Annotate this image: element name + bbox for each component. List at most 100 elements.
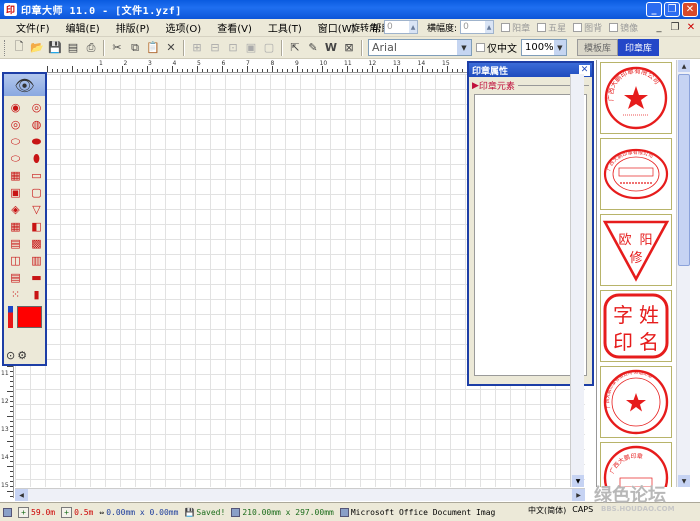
scroll-left-icon[interactable]: ◀ bbox=[15, 489, 28, 501]
align-right-icon[interactable]: ⊡ bbox=[224, 39, 242, 57]
oval-outline-icon[interactable]: ⬮ bbox=[27, 151, 46, 166]
ruler-mark: 2 bbox=[123, 60, 128, 67]
check-yang[interactable]: 阳章 bbox=[501, 21, 530, 34]
canvas-vertical-scrollbar[interactable]: ▼ bbox=[570, 74, 584, 487]
square-rows-icon[interactable]: ▥ bbox=[27, 253, 46, 268]
grid-icon[interactable]: ▦ bbox=[6, 168, 25, 183]
plus-icon[interactable]: + bbox=[61, 506, 73, 518]
tab-templates[interactable]: 模板库 bbox=[577, 39, 619, 56]
grid-icon[interactable] bbox=[3, 507, 12, 517]
stamp-item[interactable]: 广西大鹏印章有限公司 bbox=[600, 62, 672, 134]
new-file-icon[interactable]: 🗋 bbox=[10, 39, 28, 57]
paint-icon[interactable]: ✎ bbox=[304, 39, 322, 57]
font-select[interactable]: Arial ▼ bbox=[368, 39, 472, 56]
align-box-icon[interactable]: ▢ bbox=[260, 39, 278, 57]
leaf-icon[interactable]: ◈ bbox=[6, 202, 25, 217]
close-button[interactable]: ✕ bbox=[682, 2, 698, 17]
save-icon[interactable]: 💾 bbox=[46, 39, 64, 57]
only-chinese-checkbox[interactable]: 仅中文 bbox=[476, 40, 517, 55]
menu-view[interactable]: 查看(V) bbox=[209, 20, 260, 35]
color-bar[interactable] bbox=[8, 306, 13, 328]
tab-stamps[interactable]: 印章库 bbox=[618, 39, 660, 56]
menu-edit[interactable]: 编辑(E) bbox=[58, 20, 108, 35]
square-split-icon[interactable]: ▩ bbox=[27, 236, 46, 251]
rect-double-icon[interactable]: ▣ bbox=[6, 185, 25, 200]
scale-spinner[interactable]: 0 ▲ bbox=[460, 20, 495, 34]
stamp-item[interactable]: 广西大鹏印章有限公司 bbox=[600, 138, 672, 210]
check-star[interactable]: 五星 bbox=[537, 21, 566, 34]
stamp-char: 欧 bbox=[618, 233, 631, 248]
scroll-right-icon[interactable]: ▶ bbox=[572, 489, 585, 501]
menu-options[interactable]: 选项(O) bbox=[158, 20, 210, 35]
barcode-icon[interactable]: ▮ bbox=[27, 287, 46, 302]
menu-file[interactable]: 文件(F) bbox=[0, 20, 58, 35]
align-page-icon[interactable]: ▣ bbox=[242, 39, 260, 57]
scroll-thumb[interactable] bbox=[678, 74, 690, 266]
print-icon[interactable]: ⎙ bbox=[82, 39, 100, 57]
rect-thin-icon[interactable]: ▢ bbox=[27, 185, 46, 200]
print-preview-icon[interactable]: ▤ bbox=[64, 39, 82, 57]
scroll-down-icon[interactable]: ▼ bbox=[678, 475, 690, 487]
export-icon[interactable]: ⇱ bbox=[286, 39, 304, 57]
align-center-icon[interactable]: ⊟ bbox=[206, 39, 224, 57]
menu-tools[interactable]: 工具(T) bbox=[260, 20, 310, 35]
delete-icon[interactable]: ✕ bbox=[162, 39, 180, 57]
check-mirror[interactable]: 镜像 bbox=[609, 21, 638, 34]
ring-icon[interactable]: ◎ bbox=[6, 117, 25, 132]
eye-icon[interactable]: 👁 bbox=[4, 74, 45, 96]
stamp-item[interactable]: 广西大鹏印章有限公司 双语印章 bbox=[600, 366, 672, 438]
menu-layout[interactable]: 排版(P) bbox=[108, 20, 158, 35]
checkbox-icon bbox=[573, 22, 583, 32]
oval-double-icon[interactable]: ⬬ bbox=[27, 134, 46, 149]
stamp-options: 旋转角: 0 ▲ 横幅度: 0 ▲ 阳章 五星 图背 镜像 bbox=[351, 20, 638, 34]
canvas-horizontal-scrollbar[interactable]: ◀ ▶ bbox=[15, 488, 585, 501]
zoom-select[interactable]: 100% ▼ bbox=[521, 39, 567, 56]
square-bars-icon[interactable]: ◫ bbox=[6, 253, 25, 268]
color-picker bbox=[4, 302, 45, 328]
checkbox-icon bbox=[476, 43, 485, 52]
minimize-button[interactable]: _ bbox=[646, 2, 662, 17]
stamp-item[interactable]: 姓 名 字 印 bbox=[600, 290, 672, 362]
bar-icon[interactable]: ⁙ bbox=[6, 287, 25, 302]
maximize-button[interactable]: ❐ bbox=[664, 2, 680, 17]
oval-fill-icon[interactable]: ⬭ bbox=[6, 151, 25, 166]
square-dots-icon[interactable]: ▬ bbox=[27, 270, 46, 285]
cut-icon[interactable]: ✂ bbox=[108, 39, 126, 57]
toolbar-grip[interactable] bbox=[4, 39, 7, 56]
doc-restore-button[interactable]: ❐ bbox=[668, 21, 682, 34]
image-icon[interactable]: ⊠ bbox=[340, 39, 358, 57]
stamp-library: 广西大鹏印章有限公司 广西大鹏印章有限公司 欧 阳 修 姓 名 字 印 广西大鹏… bbox=[596, 60, 674, 487]
section-label: 印章元素 bbox=[478, 82, 515, 92]
circle-stamp-outline-icon[interactable]: ◎ bbox=[27, 100, 46, 115]
status-value-b: 0.5m bbox=[74, 507, 94, 517]
ring-double-icon[interactable]: ◍ bbox=[27, 117, 46, 132]
align-grid-icon[interactable]: ⊞ bbox=[188, 39, 206, 57]
settings-icon[interactable]: ⚙ bbox=[17, 349, 27, 362]
library-scrollbar[interactable]: ▲ ▼ bbox=[676, 60, 690, 487]
status-saved: Saved! bbox=[196, 507, 226, 517]
paste-icon[interactable]: 📋 bbox=[144, 39, 162, 57]
stamp-item[interactable]: 欧 阳 修 bbox=[600, 214, 672, 286]
view-icon[interactable]: ⊙ bbox=[6, 349, 15, 362]
square-quad-icon[interactable]: ▤ bbox=[6, 236, 25, 251]
square-bar-icon[interactable]: ▤ bbox=[6, 270, 25, 285]
open-folder-icon[interactable]: 📂 bbox=[28, 39, 46, 57]
doc-minimize-button[interactable]: _ bbox=[652, 21, 666, 34]
triangle-icon[interactable]: ▽ bbox=[27, 202, 46, 217]
circle-stamp-icon[interactable]: ◉ bbox=[6, 100, 25, 115]
copy-icon[interactable]: ⧉ bbox=[126, 39, 144, 57]
word-icon[interactable]: W bbox=[322, 39, 340, 57]
doc-close-button[interactable]: ✕ bbox=[684, 21, 698, 34]
scroll-down-icon[interactable]: ▼ bbox=[572, 475, 584, 487]
rect-icon[interactable]: ▭ bbox=[27, 168, 46, 183]
stamp-char: 阳 bbox=[639, 233, 652, 248]
square-grid-icon[interactable]: ▦ bbox=[6, 219, 25, 234]
watermark-url: BBS.HOUDAO.COM bbox=[601, 505, 675, 513]
color-swatch[interactable] bbox=[17, 306, 42, 328]
oval-icon[interactable]: ⬭ bbox=[6, 134, 25, 149]
rotate-spinner[interactable]: 0 ▲ bbox=[384, 20, 419, 34]
plus-icon[interactable]: + bbox=[18, 506, 29, 518]
scroll-up-icon[interactable]: ▲ bbox=[678, 60, 690, 72]
square-half-icon[interactable]: ◧ bbox=[27, 219, 46, 234]
check-background[interactable]: 图背 bbox=[573, 21, 602, 34]
